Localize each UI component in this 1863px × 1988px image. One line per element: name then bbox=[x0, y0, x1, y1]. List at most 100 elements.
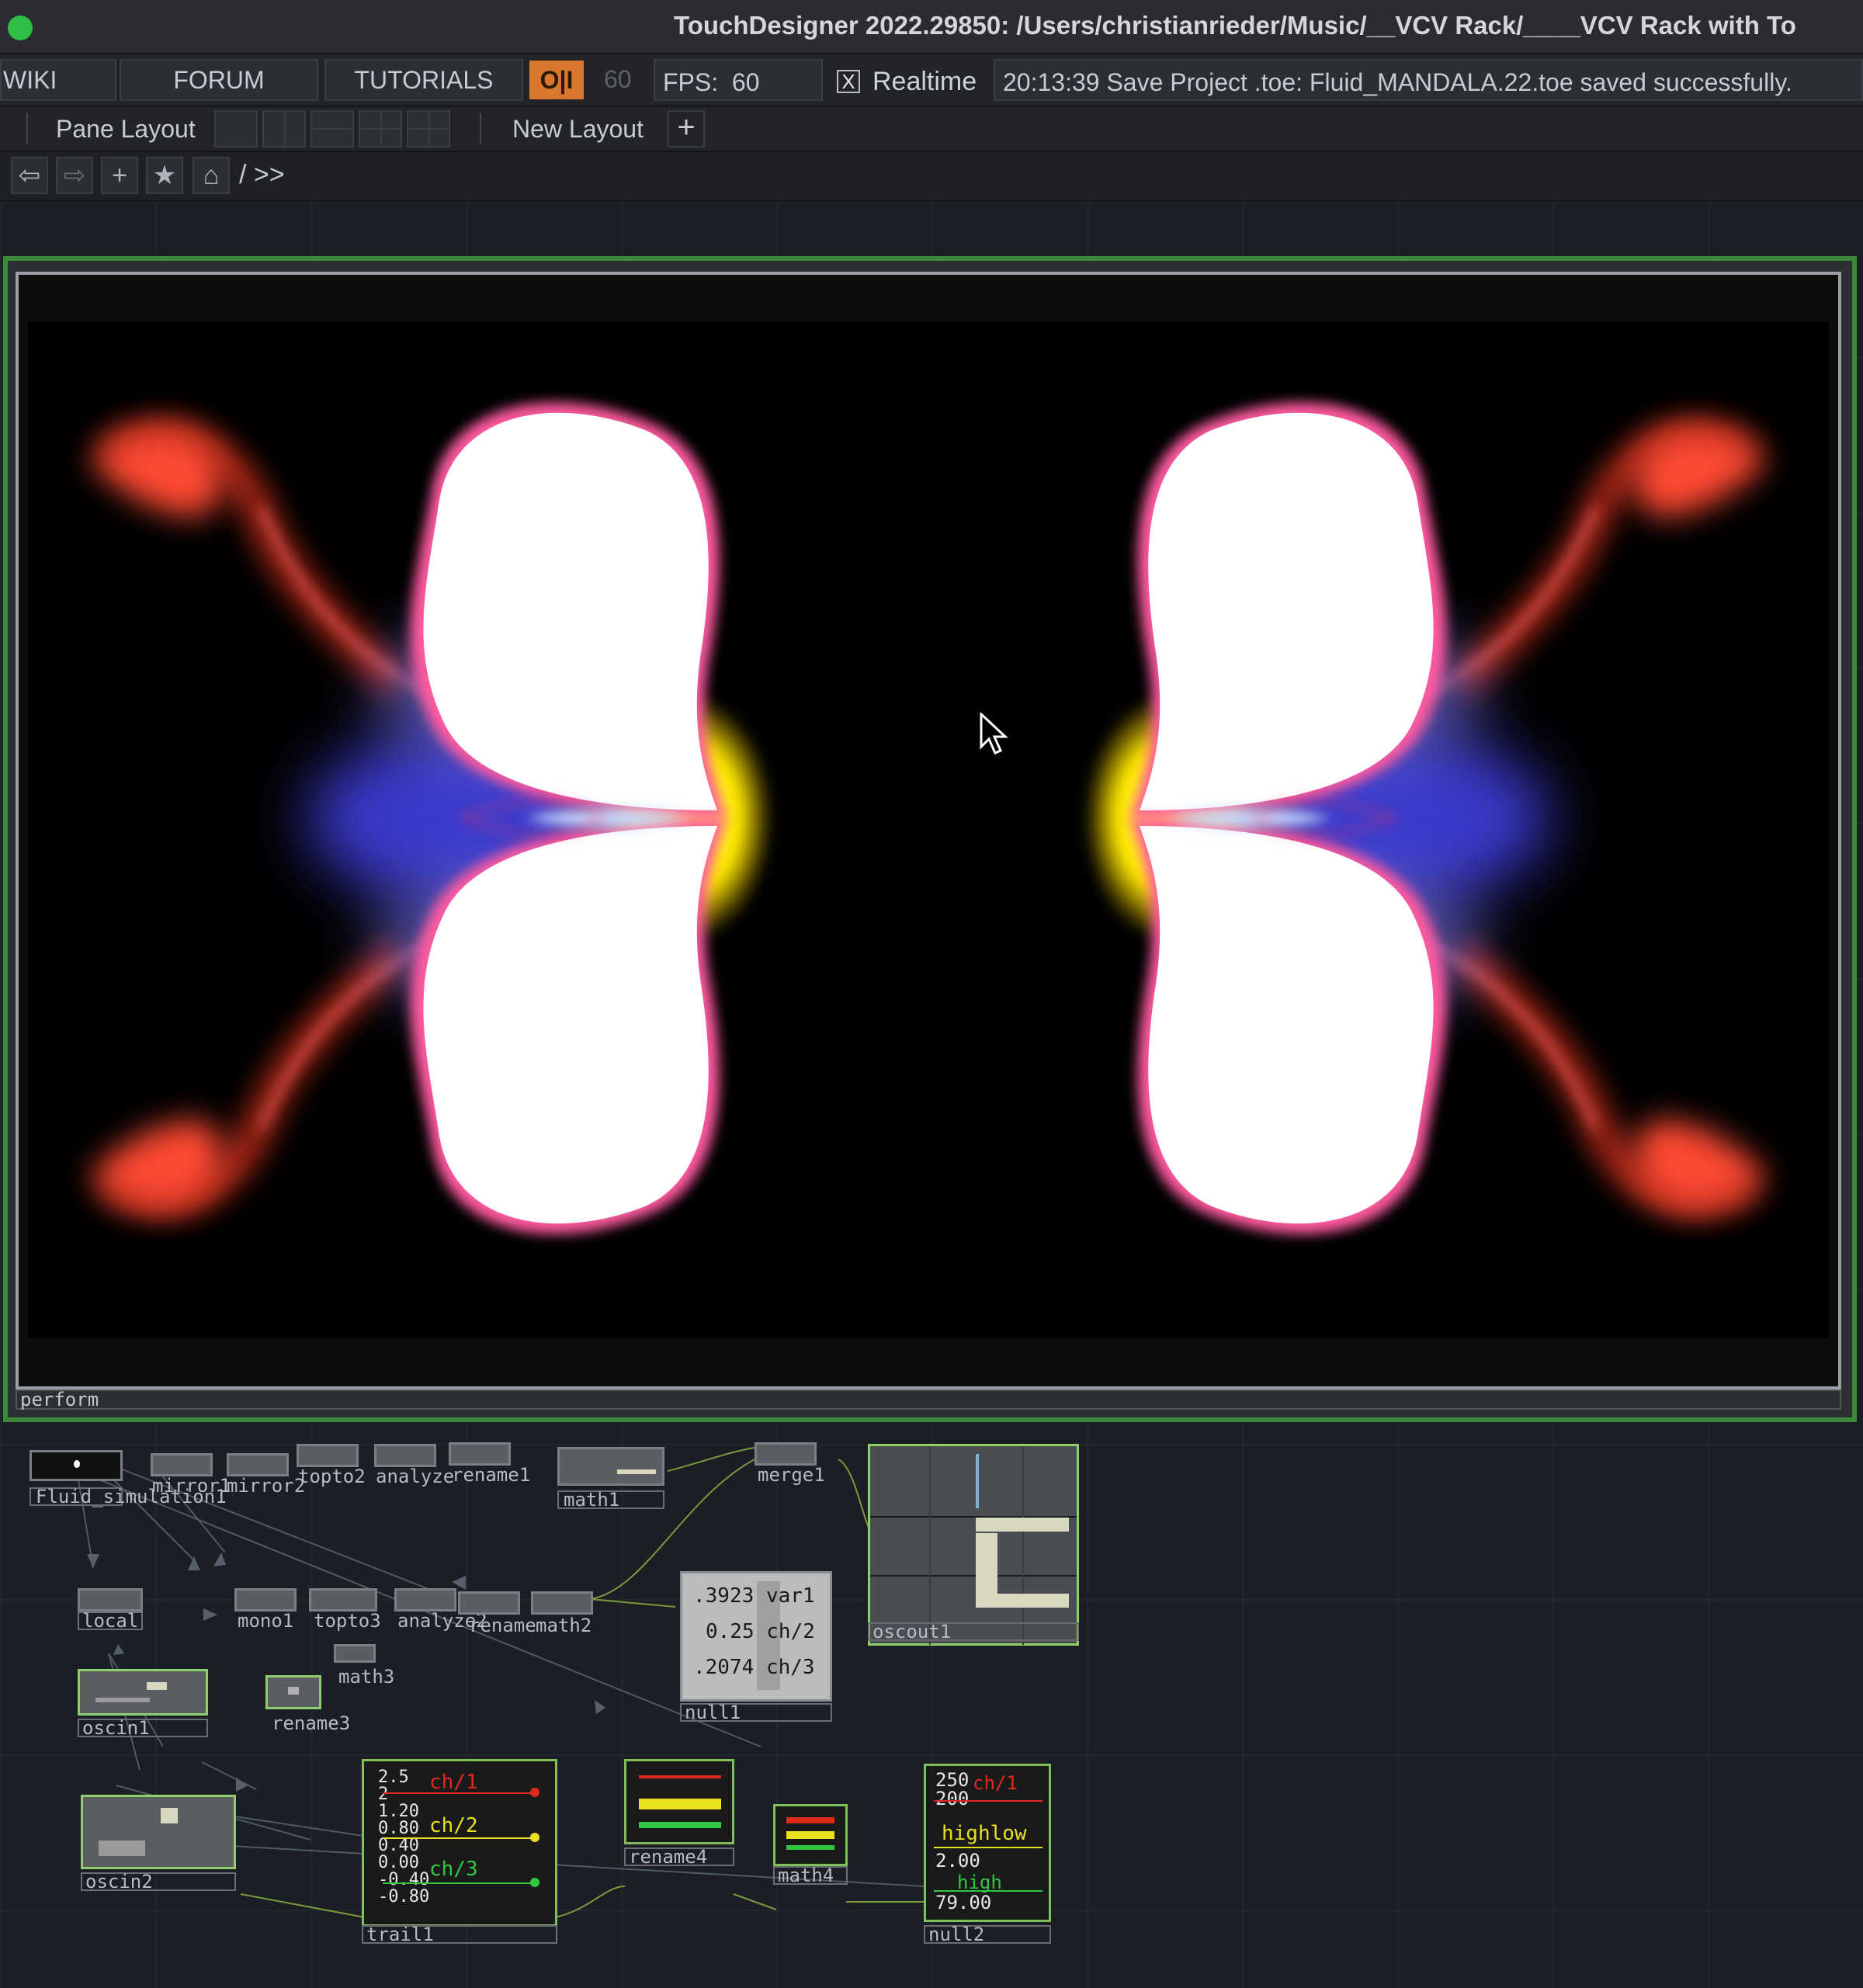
topto3-node[interactable] bbox=[309, 1588, 377, 1612]
rename1-node[interactable] bbox=[449, 1442, 511, 1466]
layout-split-vertical-icon[interactable] bbox=[262, 110, 306, 147]
node-label-rename1: rename1 bbox=[452, 1464, 531, 1486]
local-node[interactable] bbox=[78, 1588, 143, 1612]
analyze2-node[interactable] bbox=[394, 1588, 456, 1612]
node-label-mirror2: mirror2 bbox=[227, 1475, 306, 1497]
network-path[interactable]: / >> bbox=[239, 160, 285, 190]
channel-name: ch/2 bbox=[766, 1620, 815, 1643]
trail1-channel-1: ch/1 bbox=[429, 1771, 478, 1794]
null1-row: .3923 var1 bbox=[693, 1584, 815, 1608]
home-icon[interactable]: ⌂ bbox=[193, 157, 230, 194]
math4-node[interactable] bbox=[773, 1804, 848, 1866]
realtime-label: Realtime bbox=[873, 67, 977, 96]
scale-tick: -0.80 bbox=[378, 1887, 430, 1906]
oscout-bar bbox=[976, 1533, 997, 1603]
node-label-math2: math2 bbox=[536, 1615, 592, 1636]
add-layout-button[interactable]: + bbox=[668, 110, 705, 147]
status-message: 20:13:39 Save Project .toe: Fluid_MANDAL… bbox=[994, 59, 1863, 101]
math3-node[interactable] bbox=[334, 1644, 376, 1663]
analyze1-node[interactable] bbox=[374, 1444, 436, 1467]
realtime-checkbox[interactable]: X bbox=[837, 70, 860, 93]
math4-trace bbox=[786, 1831, 834, 1839]
channel-value: .2074 bbox=[693, 1656, 755, 1679]
mono1-node[interactable] bbox=[234, 1588, 297, 1612]
scale-tick: 2.5 bbox=[378, 1768, 409, 1787]
mirror1-node[interactable] bbox=[151, 1453, 213, 1476]
window-zoom-button[interactable] bbox=[8, 16, 33, 40]
menu-forum[interactable]: FORUM bbox=[120, 59, 318, 101]
add-icon[interactable]: + bbox=[101, 157, 138, 194]
menu-tutorials[interactable]: TUTORIALS bbox=[324, 59, 523, 101]
fluid-render bbox=[90, 321, 1829, 1338]
topto2-node[interactable] bbox=[297, 1444, 359, 1467]
star-icon[interactable]: ★ bbox=[146, 157, 183, 194]
null2-scale: 250 200 bbox=[935, 1771, 969, 1808]
fluid-simulation-node[interactable] bbox=[29, 1450, 123, 1481]
null2-trace-1 bbox=[934, 1800, 1043, 1802]
perform-label: perform bbox=[16, 1390, 1841, 1410]
oscin2-node[interactable] bbox=[81, 1795, 236, 1869]
scale-tick: -0.40 bbox=[378, 1870, 430, 1889]
layout-three-pane-icon[interactable] bbox=[359, 110, 402, 147]
math1-node[interactable] bbox=[557, 1447, 664, 1486]
trail1-trace-3 bbox=[383, 1882, 538, 1884]
null1-row: .2074 ch/3 bbox=[693, 1656, 815, 1679]
rename3-preview bbox=[288, 1687, 299, 1695]
node-label-mirror1: mirror1 bbox=[152, 1475, 231, 1497]
node-label-rename2: rename bbox=[469, 1615, 536, 1636]
math2-node[interactable] bbox=[531, 1591, 593, 1615]
rename4-trace bbox=[639, 1799, 721, 1809]
mouse-cursor-icon bbox=[980, 713, 1008, 755]
null2-node[interactable]: 250 200 ch/1 highlow 2.00 high 79.00 bbox=[924, 1764, 1051, 1922]
node-label-rename3: rename3 bbox=[272, 1712, 351, 1734]
node-label-topto3: topto3 bbox=[314, 1610, 381, 1632]
rename2-node[interactable] bbox=[458, 1591, 520, 1615]
rename3-node[interactable] bbox=[265, 1675, 321, 1709]
scale-tick: 200 bbox=[935, 1788, 970, 1809]
node-label-null2: null2 bbox=[928, 1924, 985, 1945]
null1-node[interactable]: .3923 var1 0.25 ch/2 .2074 ch/3 bbox=[680, 1571, 832, 1702]
trail1-marker bbox=[530, 1833, 539, 1842]
layout-single-icon[interactable] bbox=[214, 110, 258, 147]
oscout-divider bbox=[870, 1575, 1077, 1577]
trail1-channel-2: ch/2 bbox=[429, 1814, 478, 1837]
node-label-trail1: trail1 bbox=[366, 1924, 434, 1945]
channel-name: var1 bbox=[765, 1584, 815, 1608]
forward-arrow-icon[interactable]: ⇨ bbox=[56, 157, 93, 194]
mirror2-node[interactable] bbox=[227, 1453, 289, 1476]
node-label-mono1: mono1 bbox=[238, 1610, 294, 1632]
trail1-channel-3: ch/3 bbox=[429, 1858, 478, 1881]
layout-split-horizontal-icon[interactable] bbox=[310, 110, 354, 147]
scale-tick: 0.40 bbox=[378, 1836, 419, 1855]
channel-value: .3923 bbox=[693, 1584, 755, 1608]
node-label-oscout1: oscout1 bbox=[873, 1621, 952, 1643]
math1-preview bbox=[617, 1469, 656, 1474]
pane-layout-label: Pane Layout bbox=[56, 115, 196, 143]
fps-cap: 60 bbox=[604, 65, 632, 93]
back-arrow-icon[interactable]: ⇦ bbox=[11, 157, 48, 194]
channel-value: 0.25 bbox=[706, 1620, 755, 1643]
node-label-rename4: rename4 bbox=[629, 1846, 708, 1868]
trail1-marker bbox=[530, 1878, 539, 1887]
oscin2-preview bbox=[99, 1841, 145, 1856]
node-label-math3: math3 bbox=[338, 1666, 395, 1688]
fps-display: FPS: 60 bbox=[654, 59, 823, 101]
trail1-node[interactable]: 2.5 2 1.20 0.80 0.40 0.00 -0.40 -0.80 ch… bbox=[362, 1759, 557, 1927]
fluid-mandala-viewer[interactable] bbox=[28, 321, 1829, 1338]
node-label-topto2: topto2 bbox=[298, 1466, 366, 1487]
oscin2-preview bbox=[161, 1808, 178, 1823]
oscin1-node[interactable] bbox=[78, 1669, 208, 1716]
perform-mode-toggle[interactable]: O|I bbox=[529, 61, 584, 99]
layout-quad-icon[interactable] bbox=[407, 110, 450, 147]
trail1-marker bbox=[530, 1788, 539, 1797]
rename4-node[interactable] bbox=[624, 1759, 734, 1844]
divider bbox=[26, 113, 28, 144]
scale-tick: 0.00 bbox=[378, 1853, 419, 1872]
oscout-cursor bbox=[976, 1454, 979, 1508]
merge1-node[interactable] bbox=[755, 1442, 817, 1466]
scale-tick: 2 bbox=[378, 1785, 389, 1804]
node-label-oscin2: oscin2 bbox=[85, 1871, 153, 1893]
menu-wiki[interactable]: WIKI bbox=[0, 59, 116, 101]
oscout1-node[interactable] bbox=[868, 1444, 1079, 1646]
trail1-plot: 2.5 2 1.20 0.80 0.40 0.00 -0.40 -0.80 ch… bbox=[375, 1769, 546, 1920]
